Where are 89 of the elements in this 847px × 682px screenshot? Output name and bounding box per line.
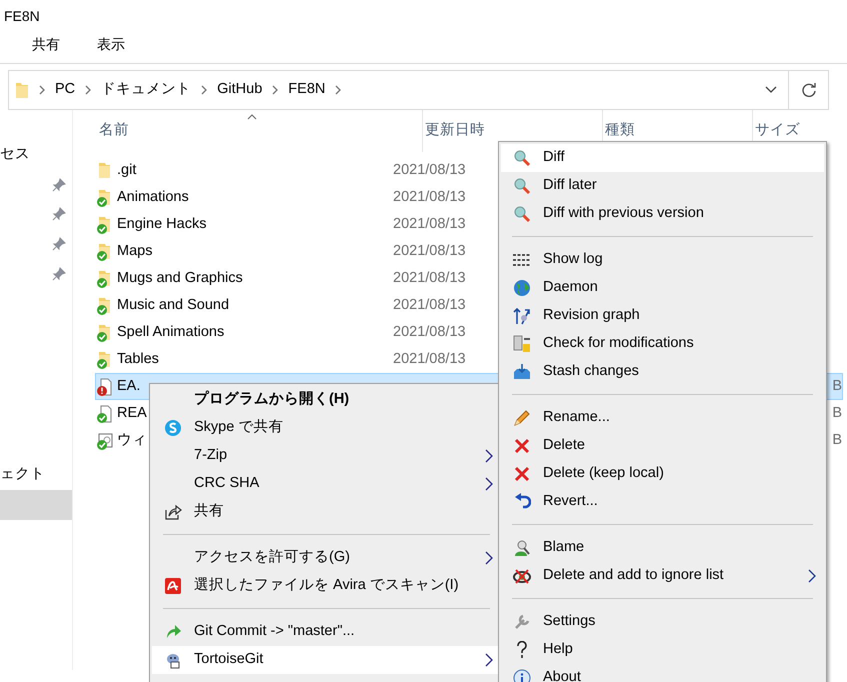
breadcrumb-item[interactable]: GitHub <box>217 79 262 101</box>
window-title: FE8N <box>3 7 41 26</box>
chevron-right-icon <box>200 84 208 96</box>
date-cell: 2021/08/13 <box>393 242 466 259</box>
search-icon <box>513 205 531 223</box>
delete-x-icon <box>513 437 531 455</box>
file-name[interactable]: Animations <box>117 186 189 208</box>
date-cell: 2021/08/13 <box>393 324 466 340</box>
date-cell: 2021/08/13 <box>393 270 466 286</box>
menu-item[interactable]: Revert... <box>501 488 824 516</box>
menu-item[interactable]: Help <box>501 636 824 664</box>
breadcrumb-item[interactable]: FE8N <box>288 79 326 101</box>
blame-person-icon <box>513 539 531 557</box>
file-name[interactable]: EA. <box>117 376 140 398</box>
share-icon <box>164 503 182 521</box>
date-cell: 2021/08/13 <box>393 350 466 367</box>
search-icon <box>513 177 531 195</box>
file-name[interactable]: Spell Animations <box>117 322 224 344</box>
check-modifications-icon <box>513 335 531 353</box>
date-cell: 2021/08/13 <box>393 296 466 313</box>
menu-item[interactable]: Stash changes <box>501 358 824 386</box>
sidebar-item[interactable]: ェクト <box>0 464 45 486</box>
date-cell: 2021/08/13 <box>393 162 466 178</box>
menu-item[interactable]: About <box>501 664 824 682</box>
ribbon-tab[interactable]: 共有 <box>32 34 60 55</box>
info-icon <box>513 669 531 682</box>
menu-item[interactable]: Delete <box>501 432 824 460</box>
menu-item[interactable]: Delete and add to ignore list <box>501 562 824 590</box>
size-cell: B <box>832 404 842 421</box>
column-header[interactable]: 種類 <box>605 120 635 142</box>
menu-item[interactable]: アクセスを許可する(G) <box>152 544 501 572</box>
delete-x-icon <box>513 465 531 483</box>
stash-tray-icon <box>513 363 531 381</box>
dropdown-icon[interactable] <box>764 85 778 95</box>
chevron-right-icon <box>38 84 46 96</box>
size-cell: B <box>832 378 842 394</box>
globe-icon <box>513 279 531 297</box>
sidebar-item[interactable]: セス <box>0 144 30 166</box>
menu-item[interactable]: 選択したファイルを Avira でスキャン(I) <box>152 572 501 600</box>
file-name[interactable]: Music and Sound <box>117 294 230 316</box>
file-name[interactable]: ウィ <box>117 430 147 452</box>
menu-item[interactable]: 共有 <box>152 498 501 526</box>
chevron-right-icon <box>334 84 342 96</box>
folder-icon <box>15 81 29 99</box>
menu-item[interactable]: CRC SHA <box>152 470 501 498</box>
search-icon <box>513 149 531 167</box>
column-header[interactable]: サイズ <box>755 120 800 142</box>
menu-item[interactable]: Skype で共有 <box>152 414 501 442</box>
file-name[interactable]: REA <box>117 402 147 424</box>
file-name[interactable]: Maps <box>117 240 152 262</box>
menu-item[interactable]: Show log <box>501 246 824 274</box>
file-name[interactable]: Mugs and Graphics <box>117 268 243 290</box>
date-cell: 2021/08/13 <box>393 216 466 232</box>
undo-arrow-icon <box>513 493 531 511</box>
skype-icon <box>164 419 182 437</box>
column-header[interactable]: 名前 <box>99 120 129 142</box>
menu-item[interactable]: TortoiseGit <box>152 646 501 674</box>
file-name[interactable]: Tables <box>117 348 159 370</box>
refresh-icon[interactable] <box>800 82 816 98</box>
file-name[interactable]: .git <box>117 160 136 182</box>
menu-item[interactable]: Daemon <box>501 274 824 302</box>
chevron-right-icon <box>271 84 280 96</box>
size-cell: B <box>832 432 842 448</box>
chevron-right-icon <box>84 84 92 96</box>
menu-item[interactable]: Settings <box>501 608 824 636</box>
menu-item[interactable]: Diff later <box>501 172 824 200</box>
menu-item[interactable]: Delete (keep local) <box>501 460 824 488</box>
ribbon-tab[interactable]: 表示 <box>97 34 125 55</box>
wrench-icon <box>513 613 531 631</box>
menu-item[interactable]: Diff <box>501 144 824 172</box>
menu-item[interactable]: 7-Zip <box>152 442 501 470</box>
pencil-icon <box>513 409 531 427</box>
menu-item[interactable]: Blame <box>501 534 824 562</box>
menu-item[interactable]: Git Commit -> "master"... <box>152 618 501 646</box>
breadcrumb-item[interactable]: ドキュメント <box>101 79 192 101</box>
revision-graph-icon <box>513 307 531 325</box>
column-header[interactable]: 更新日時 <box>425 120 485 142</box>
file-name[interactable]: Engine Hacks <box>117 214 206 236</box>
avira-icon <box>164 577 182 595</box>
menu-item[interactable]: プログラムから開く(H) <box>152 386 501 414</box>
sort-caret-icon <box>247 114 257 120</box>
date-cell: 2021/08/13 <box>393 188 466 205</box>
ignore-eye-icon <box>513 567 531 585</box>
menu-item[interactable]: Rename... <box>501 404 824 432</box>
menu-item[interactable]: Revision graph <box>501 302 824 330</box>
log-lines-icon <box>513 251 531 269</box>
menu-item[interactable]: Diff with previous version <box>501 200 824 228</box>
breadcrumb-item[interactable]: PC <box>55 79 76 101</box>
menu-item[interactable]: Check for modifications <box>501 330 824 358</box>
